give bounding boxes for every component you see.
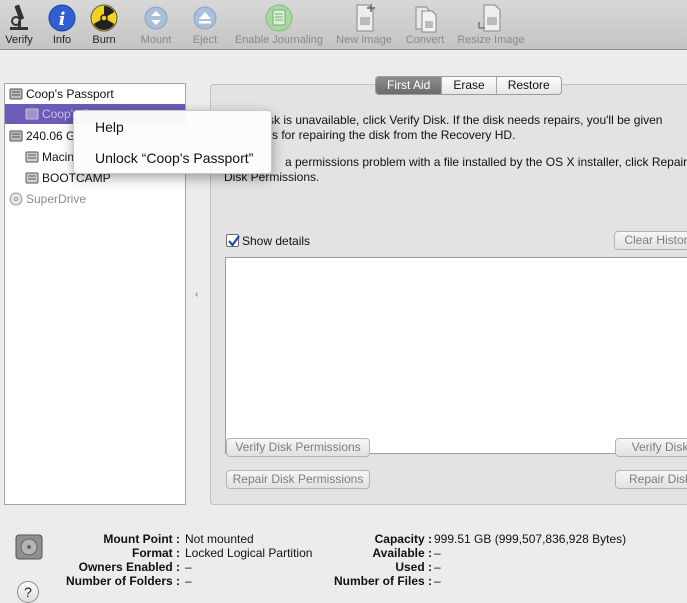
context-menu: Help Unlock “Coop's Passport” [73, 110, 272, 174]
locked-volume-icon [25, 108, 39, 120]
svg-text:i: i [59, 9, 66, 30]
info-button[interactable]: i Info [44, 0, 80, 50]
tab-first-aid[interactable]: First Aid [376, 77, 442, 94]
burn-button[interactable]: Burn [86, 0, 122, 50]
volume-icon [25, 172, 39, 184]
verify-disk-permissions-button[interactable]: Verify Disk Permissions [226, 438, 370, 457]
new-image-icon [356, 4, 375, 32]
sidebar-item-label: 240.06 G [26, 129, 76, 143]
new-image-button[interactable]: New Image [332, 0, 396, 50]
mount-point-label: Mount Point : [103, 532, 180, 546]
format-label: Format : [132, 546, 180, 560]
microscope-icon [10, 4, 28, 30]
resize-image-button[interactable]: Resize Image [454, 0, 528, 50]
first-aid-instructions-line: sk is unavailable, click Verify Disk. If… [268, 113, 663, 127]
help-button[interactable]: ? [17, 581, 39, 603]
resize-image-label: Resize Image [457, 34, 525, 46]
tab-erase[interactable]: Erase [441, 77, 495, 94]
tab-bar: First Aid Erase Restore [375, 76, 562, 95]
sidebar-item-label: Macin [42, 150, 75, 164]
sidebar-item-superdrive[interactable]: SuperDrive [5, 189, 185, 209]
menu-item-unlock[interactable]: Unlock “Coop's Passport” [95, 150, 253, 166]
number-of-files-label: Number of Files : [333, 574, 432, 588]
show-details-label: Show details [242, 234, 311, 248]
verify-button[interactable]: Verify [0, 0, 38, 50]
volume-icon [25, 151, 39, 163]
sidebar-item-label: SuperDrive [26, 192, 87, 206]
eject-button[interactable]: Eject [186, 0, 224, 50]
mount-point-value: Not mounted [185, 532, 254, 546]
split-view-handle[interactable]: ‹ [195, 289, 201, 300]
number-of-folders-label: Number of Folders : [65, 574, 180, 588]
menu-item-help[interactable]: Help [95, 119, 124, 135]
used-value: – [434, 560, 441, 574]
capacity-label: Capacity : [374, 532, 432, 546]
eject-icon [193, 6, 217, 30]
mount-icon [144, 6, 168, 30]
repair-disk-button[interactable]: Repair Disk [615, 470, 687, 489]
show-details-checkbox[interactable] [226, 234, 240, 247]
radiation-icon [90, 4, 118, 32]
burn-label: Burn [92, 34, 116, 46]
sidebar-item-label: Coop's Passport [26, 87, 114, 101]
used-label: Used : [395, 560, 432, 574]
convert-label: Convert [405, 34, 445, 46]
eject-label: Eject [192, 34, 218, 46]
new-image-label: New Image [336, 34, 392, 46]
clear-history-button[interactable]: Clear History [614, 231, 687, 250]
mount-button[interactable]: Mount [134, 0, 178, 50]
mount-label: Mount [140, 34, 172, 46]
resize-image-icon [478, 4, 501, 32]
optical-disc-icon [9, 192, 23, 206]
sidebar-item-coops-passport-disk[interactable]: Coop's Passport [5, 84, 185, 104]
checkmark-icon [228, 235, 240, 247]
tab-restore[interactable]: Restore [495, 77, 561, 94]
convert-button[interactable]: Convert [401, 0, 449, 50]
number-of-files-value: – [434, 574, 441, 588]
hard-drive-icon [9, 130, 23, 142]
external-drive-icon [9, 88, 23, 100]
toolbar: Verify i Info Burn Mount Eject Enable Jo… [0, 0, 687, 50]
repair-disk-permissions-button[interactable]: Repair Disk Permissions [226, 470, 370, 489]
verify-label: Verify [5, 34, 33, 46]
convert-icon [415, 6, 437, 33]
available-label: Available : [372, 546, 432, 560]
details-log[interactable] [225, 257, 687, 454]
owners-enabled-label: Owners Enabled : [78, 560, 180, 574]
enable-journaling-label: Enable Journaling [234, 34, 324, 46]
number-of-folders-value: – [185, 574, 192, 588]
info-icon: i [48, 4, 76, 32]
owners-enabled-value: – [185, 560, 192, 574]
info-label: Info [52, 34, 72, 46]
verify-disk-button[interactable]: Verify Disk [615, 438, 687, 457]
first-aid-instructions-line: a permissions problem with a file instal… [285, 155, 687, 169]
capacity-value: 999.51 GB (999,507,836,928 Bytes) [434, 532, 627, 546]
journal-icon [265, 4, 293, 32]
available-value: – [434, 546, 441, 560]
first-aid-instructions-line: s for repairing the disk from the Recove… [272, 128, 516, 142]
enable-journaling-button[interactable]: Enable Journaling [230, 0, 328, 50]
